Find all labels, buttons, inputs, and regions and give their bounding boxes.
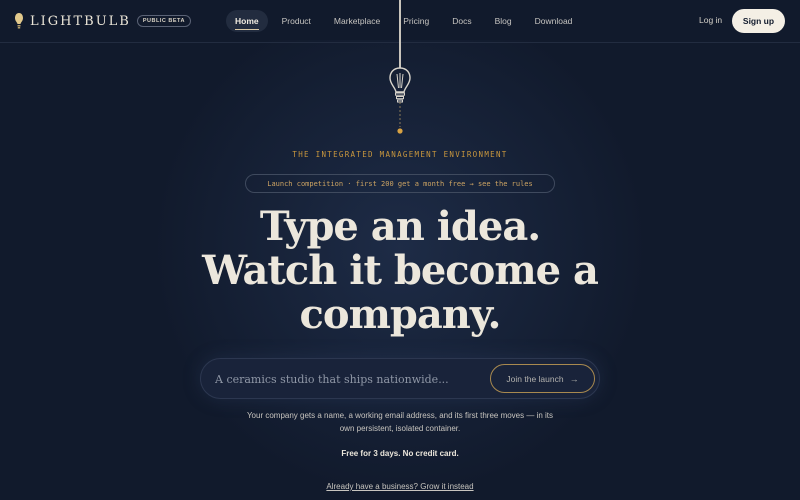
public-beta-badge: PUBLIC BETA xyxy=(136,15,191,27)
headline-line-1: Type an idea. xyxy=(259,203,541,250)
join-launch-label: Join the launch xyxy=(506,373,564,384)
headline-line-2: Watch it become a xyxy=(202,247,599,294)
lightbulb-icon xyxy=(15,13,23,29)
grow-it-instead-link[interactable]: Already have a business? Grow it instead xyxy=(326,482,473,491)
login-link[interactable]: Log in xyxy=(699,15,722,25)
hero-headline: Type an idea. Watch it become a company. xyxy=(0,205,800,337)
headline-line-3: company. xyxy=(299,291,502,338)
main-menu: Home Product Marketplace Pricing Docs Bl… xyxy=(226,10,586,32)
arrow-right-icon: → xyxy=(569,373,579,384)
idea-input[interactable] xyxy=(215,369,485,389)
launch-competition-pill[interactable]: Launch competition · first 200 get a mon… xyxy=(245,174,555,193)
nav-docs[interactable]: Docs xyxy=(443,10,480,32)
nav-product[interactable]: Product xyxy=(273,10,320,32)
hanging-lightbulb-icon xyxy=(389,67,411,134)
signup-button[interactable]: Sign up xyxy=(732,9,785,33)
idea-search-bar: Join the launch → xyxy=(200,358,600,399)
nav-pricing[interactable]: Pricing xyxy=(394,10,438,32)
join-launch-button[interactable]: Join the launch → xyxy=(490,364,595,393)
nav-home[interactable]: Home xyxy=(226,10,268,32)
nav-marketplace[interactable]: Marketplace xyxy=(325,10,389,32)
hero-description: Your company gets a name, a working emai… xyxy=(246,411,554,433)
brand-logo[interactable]: LIGHTBULB PUBLIC BETA xyxy=(14,12,191,30)
brand-name: LIGHTBULB xyxy=(30,13,131,29)
nav-download[interactable]: Download xyxy=(526,10,582,32)
bulb-cord xyxy=(399,0,401,68)
nav-blog[interactable]: Blog xyxy=(486,10,521,32)
free-trial-note: Free for 3 days. No credit card. xyxy=(341,449,459,458)
already-have-business: Already have a business? Grow it instead xyxy=(0,482,800,491)
hero-eyebrow: THE INTEGRATED MANAGEMENT ENVIRONMENT xyxy=(292,150,508,159)
